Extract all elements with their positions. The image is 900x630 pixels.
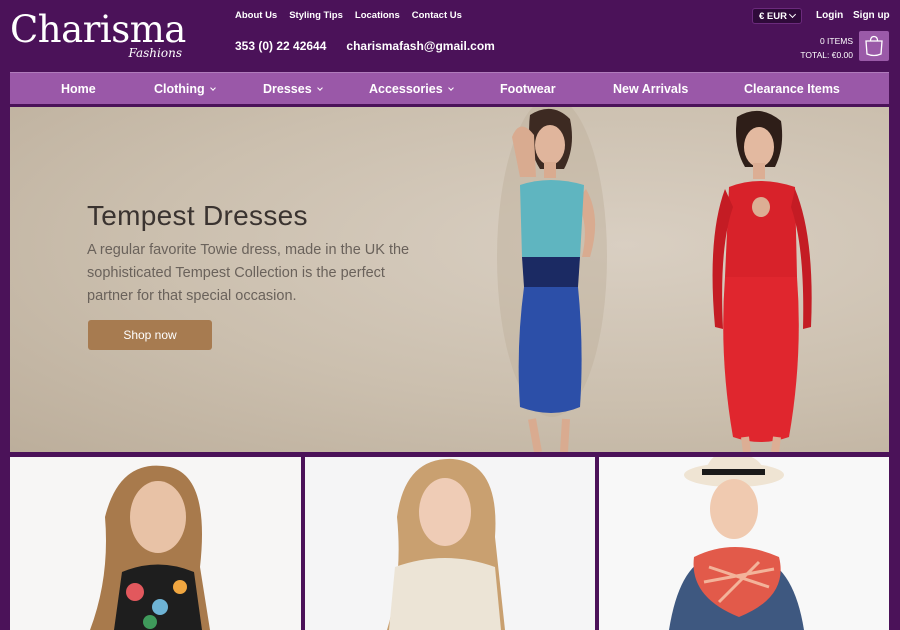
product-tile[interactable] (599, 457, 889, 630)
nav-label: New Arrivals (613, 82, 689, 96)
nav-item-accessories[interactable]: Accessories (369, 73, 454, 105)
nav-label: Clearance Items (744, 82, 840, 96)
top-link-styling-tips[interactable]: Styling Tips (289, 10, 343, 21)
hero-model-blue-dress (497, 107, 607, 452)
nav-label: Home (61, 82, 96, 96)
brand-tagline: Fashions (128, 46, 182, 60)
brand-logo[interactable]: Charisma Fashions (10, 10, 190, 62)
nav-item-clearance[interactable]: Clearance Items (744, 73, 840, 105)
cart-total: TOTAL: €0.00 (800, 50, 853, 60)
email-address[interactable]: charismafash@gmail.com (346, 39, 494, 53)
currency-select[interactable]: € EUR (752, 8, 802, 24)
cart-items: 0 ITEMS (819, 36, 853, 46)
nav-item-dresses[interactable]: Dresses (263, 73, 323, 105)
chevron-down-icon (447, 84, 454, 91)
contact-info: 353 (0) 22 42644 charismafash@gmail.com (235, 39, 495, 53)
nav-item-home[interactable]: Home (61, 73, 96, 105)
product-tile[interactable] (10, 457, 301, 630)
top-link-contact[interactable]: Contact Us (412, 10, 462, 21)
chevron-down-icon (788, 10, 797, 19)
nav-label: Dresses (263, 82, 312, 96)
hero-description: A regular favorite Towie dress, made in … (87, 242, 410, 304)
login-link[interactable]: Login (816, 10, 843, 21)
nav-label: Accessories (369, 82, 443, 96)
hero-title: Tempest Dresses (87, 200, 308, 231)
brand-name: Charisma (10, 8, 186, 51)
shop-now-button[interactable]: Shop now (88, 320, 212, 350)
cart-summary[interactable]: 0 ITEMS TOTAL: €0.00 (800, 34, 853, 62)
currency-value: € EUR (759, 10, 787, 22)
phone-number: 353 (0) 22 42644 (235, 39, 327, 53)
nav-label: Footwear (500, 82, 556, 96)
top-links: About Us Styling Tips Locations Contact … (235, 10, 462, 21)
top-link-about[interactable]: About Us (235, 10, 277, 21)
main-nav: Home Clothing Dresses Accessories Footwe… (10, 72, 889, 104)
hero-banner: Tempest Dresses A regular favorite Towie… (10, 107, 889, 452)
chevron-down-icon (209, 84, 216, 91)
nav-item-footwear[interactable]: Footwear (500, 73, 556, 105)
product-image (10, 457, 301, 630)
shopping-bag-icon[interactable] (859, 31, 889, 61)
site-header: Charisma Fashions About Us Styling Tips … (0, 0, 900, 72)
top-link-locations[interactable]: Locations (355, 10, 400, 21)
hero-model-red-dress (712, 110, 812, 452)
nav-label: Clothing (154, 82, 205, 96)
nav-item-new-arrivals[interactable]: New Arrivals (613, 73, 688, 105)
product-tile[interactable] (305, 457, 595, 630)
chevron-down-icon (316, 84, 323, 91)
nav-item-clothing[interactable]: Clothing (154, 73, 216, 105)
signup-link[interactable]: Sign up (853, 10, 890, 21)
product-image (599, 457, 889, 630)
product-image (305, 457, 595, 630)
